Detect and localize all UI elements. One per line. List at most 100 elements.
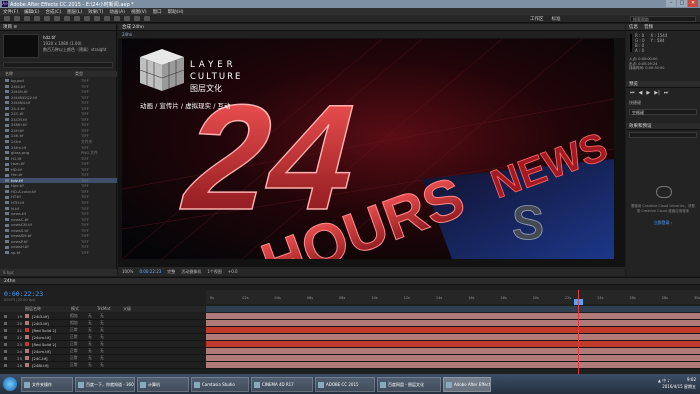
taskbar-app-button[interactable]: CINEMA 4D R17 (251, 376, 313, 392)
layer-mode-select[interactable]: 正常 (70, 334, 88, 340)
layer-duration-bar[interactable] (206, 320, 700, 327)
layer-trkmat-select[interactable]: 无 (88, 348, 100, 354)
composition-sub-tab[interactable]: 24hn (118, 31, 625, 38)
last-frame-icon[interactable]: ⏭ (664, 90, 669, 96)
timeline-layer[interactable]: 25 [24C.tif] 正常无无 (0, 355, 205, 362)
project-search-input[interactable] (3, 62, 113, 68)
first-frame-icon[interactable]: ⏮ (630, 90, 635, 96)
menu-composition[interactable]: 合成(C) (45, 9, 61, 15)
timeline-layer[interactable]: 24 [24cm.tif] 正常无无 (0, 348, 205, 355)
effects-search-input[interactable] (629, 131, 697, 138)
timeline-layer[interactable]: 19 [24t3.tif] 相加无无 (0, 313, 205, 320)
workspace-select[interactable]: 标准 (552, 16, 561, 22)
composition-frame[interactable]: 24 HOURS NEWS S LAYER CULTURE 图层文化 动画 / … (122, 39, 614, 259)
start-button-icon[interactable] (3, 377, 17, 391)
layer-duration-bar[interactable] (206, 341, 700, 348)
layer-trkmat-select[interactable]: 无 (88, 320, 100, 326)
work-area-bar[interactable] (206, 306, 700, 312)
layer-duration-bar[interactable] (206, 355, 700, 362)
layer-name[interactable]: [24t3.tif] (32, 321, 70, 326)
menu-layer[interactable]: 图层(L) (67, 9, 82, 15)
pen-tool-icon[interactable] (84, 16, 90, 21)
layer-label-color[interactable] (25, 349, 29, 353)
visibility-eye-icon[interactable] (4, 349, 7, 353)
brush-tool-icon[interactable] (104, 16, 110, 21)
puppet-tool-icon[interactable] (144, 16, 150, 21)
visibility-eye-icon[interactable] (4, 342, 7, 346)
timeline-layer[interactable]: 22 [24cm.tif] 正常无无 (0, 334, 205, 341)
views-select[interactable]: 1个视图 (207, 269, 222, 275)
close-button[interactable]: ✕ (688, 0, 698, 7)
layer-name[interactable]: [Red Solid 2] (32, 328, 70, 333)
column-parent[interactable]: 父级 (123, 306, 131, 312)
tab-effects-presets[interactable]: 效果和预设 (629, 123, 652, 129)
visibility-eye-icon[interactable] (4, 335, 7, 339)
layer-parent-select[interactable]: 无 (100, 320, 114, 326)
layer-name[interactable]: [24cm.tif] (32, 335, 70, 340)
taskbar-app-button[interactable]: 百度网盘 - 图层文化 (377, 376, 441, 392)
taskbar-app-button[interactable]: Adobe After Effects (443, 376, 491, 392)
layer-name[interactable]: [24Bl.tif] (32, 363, 70, 368)
tab-info[interactable]: 信息 (629, 24, 638, 30)
taskbar-app-button[interactable]: 百度一下，你就知道 - 360 (75, 376, 135, 392)
hand-tool-icon[interactable] (24, 16, 30, 21)
sign-in-link[interactable]: 立即登录 › (630, 220, 696, 226)
layer-mode-select[interactable]: 正常 (70, 327, 88, 333)
home-tool-icon[interactable] (4, 16, 10, 21)
eraser-tool-icon[interactable] (124, 16, 130, 21)
resolution-select[interactable]: 完整 (167, 269, 175, 275)
maximize-button[interactable]: □ (677, 0, 687, 7)
project-item[interactable]: sp.tif TIFF (0, 250, 117, 256)
timeline-tab[interactable]: 24hn (0, 278, 700, 285)
timeline-layer[interactable]: 20 [24t3.tif] 相加无无 (0, 320, 205, 327)
layer-duration-bar[interactable] (206, 313, 700, 320)
layer-duration-bar[interactable] (206, 334, 700, 341)
layer-name[interactable]: [Red Solid 2] (32, 342, 70, 347)
layer-trkmat-select[interactable]: 无 (88, 341, 100, 347)
menu-help[interactable]: 帮助(H) (168, 9, 184, 15)
layer-name[interactable]: [24t3.tif] (32, 314, 70, 319)
time-ruler[interactable]: 0s 02s 04s 06s 08s 10s 12s 14s 16s 18s 20s 22s 24s 26… (206, 290, 700, 304)
menu-effect[interactable]: 效果(T) (88, 9, 103, 15)
layer-parent-select[interactable]: 无 (100, 313, 114, 319)
visibility-eye-icon[interactable] (4, 363, 7, 367)
taskbar-app-button[interactable]: 计算机 (137, 376, 189, 392)
play-icon[interactable]: ▶ (646, 90, 650, 96)
layer-label-color[interactable] (25, 356, 29, 360)
layer-parent-select[interactable]: 无 (100, 327, 114, 333)
layer-mode-select[interactable]: 相加 (70, 313, 88, 319)
layer-label-color[interactable] (25, 342, 29, 346)
layer-trkmat-select[interactable]: 无 (88, 355, 100, 361)
visibility-eye-icon[interactable] (4, 328, 7, 332)
layer-parent-select[interactable]: 无 (100, 355, 114, 361)
layer-name[interactable]: [24cm.tif] (32, 349, 70, 354)
taskbar-app-button[interactable]: Camtasia Studio (191, 376, 249, 392)
zoom-tool-icon[interactable] (34, 16, 40, 21)
layer-label-color[interactable] (25, 321, 29, 325)
preview-shortcut-select[interactable]: 空格键 (629, 108, 697, 115)
exposure-value[interactable]: +0.0 (228, 269, 238, 274)
visibility-eye-icon[interactable] (4, 321, 7, 325)
layer-label-color[interactable] (25, 328, 29, 332)
layer-mode-select[interactable]: 正常 (70, 341, 88, 347)
taskbar-app-button[interactable]: ADOBE CC 2015 (315, 376, 375, 392)
visibility-eye-icon[interactable] (4, 314, 7, 318)
layer-trkmat-select[interactable]: 无 (88, 362, 100, 368)
text-tool-icon[interactable] (94, 16, 100, 21)
menu-file[interactable]: 文件(F) (3, 9, 18, 15)
column-mode[interactable]: 模式 (71, 306, 89, 312)
layer-mode-select[interactable]: 正常 (70, 362, 88, 368)
pan-tool-icon[interactable] (64, 16, 70, 21)
rectangle-tool-icon[interactable] (74, 16, 80, 21)
camera-select[interactable]: 活动摄像机 (181, 269, 201, 275)
menu-window[interactable]: 窗口 (153, 9, 162, 15)
minimize-button[interactable]: – (666, 0, 676, 7)
layer-mode-select[interactable]: 正常 (70, 355, 88, 361)
rotate-tool-icon[interactable] (44, 16, 50, 21)
layer-duration-bar[interactable] (206, 362, 700, 369)
roto-tool-icon[interactable] (134, 16, 140, 21)
layer-duration-bar[interactable] (206, 327, 700, 334)
layer-trkmat-select[interactable]: 无 (88, 313, 100, 319)
column-type[interactable]: 类型 (75, 71, 83, 77)
layer-trkmat-select[interactable]: 无 (88, 334, 100, 340)
